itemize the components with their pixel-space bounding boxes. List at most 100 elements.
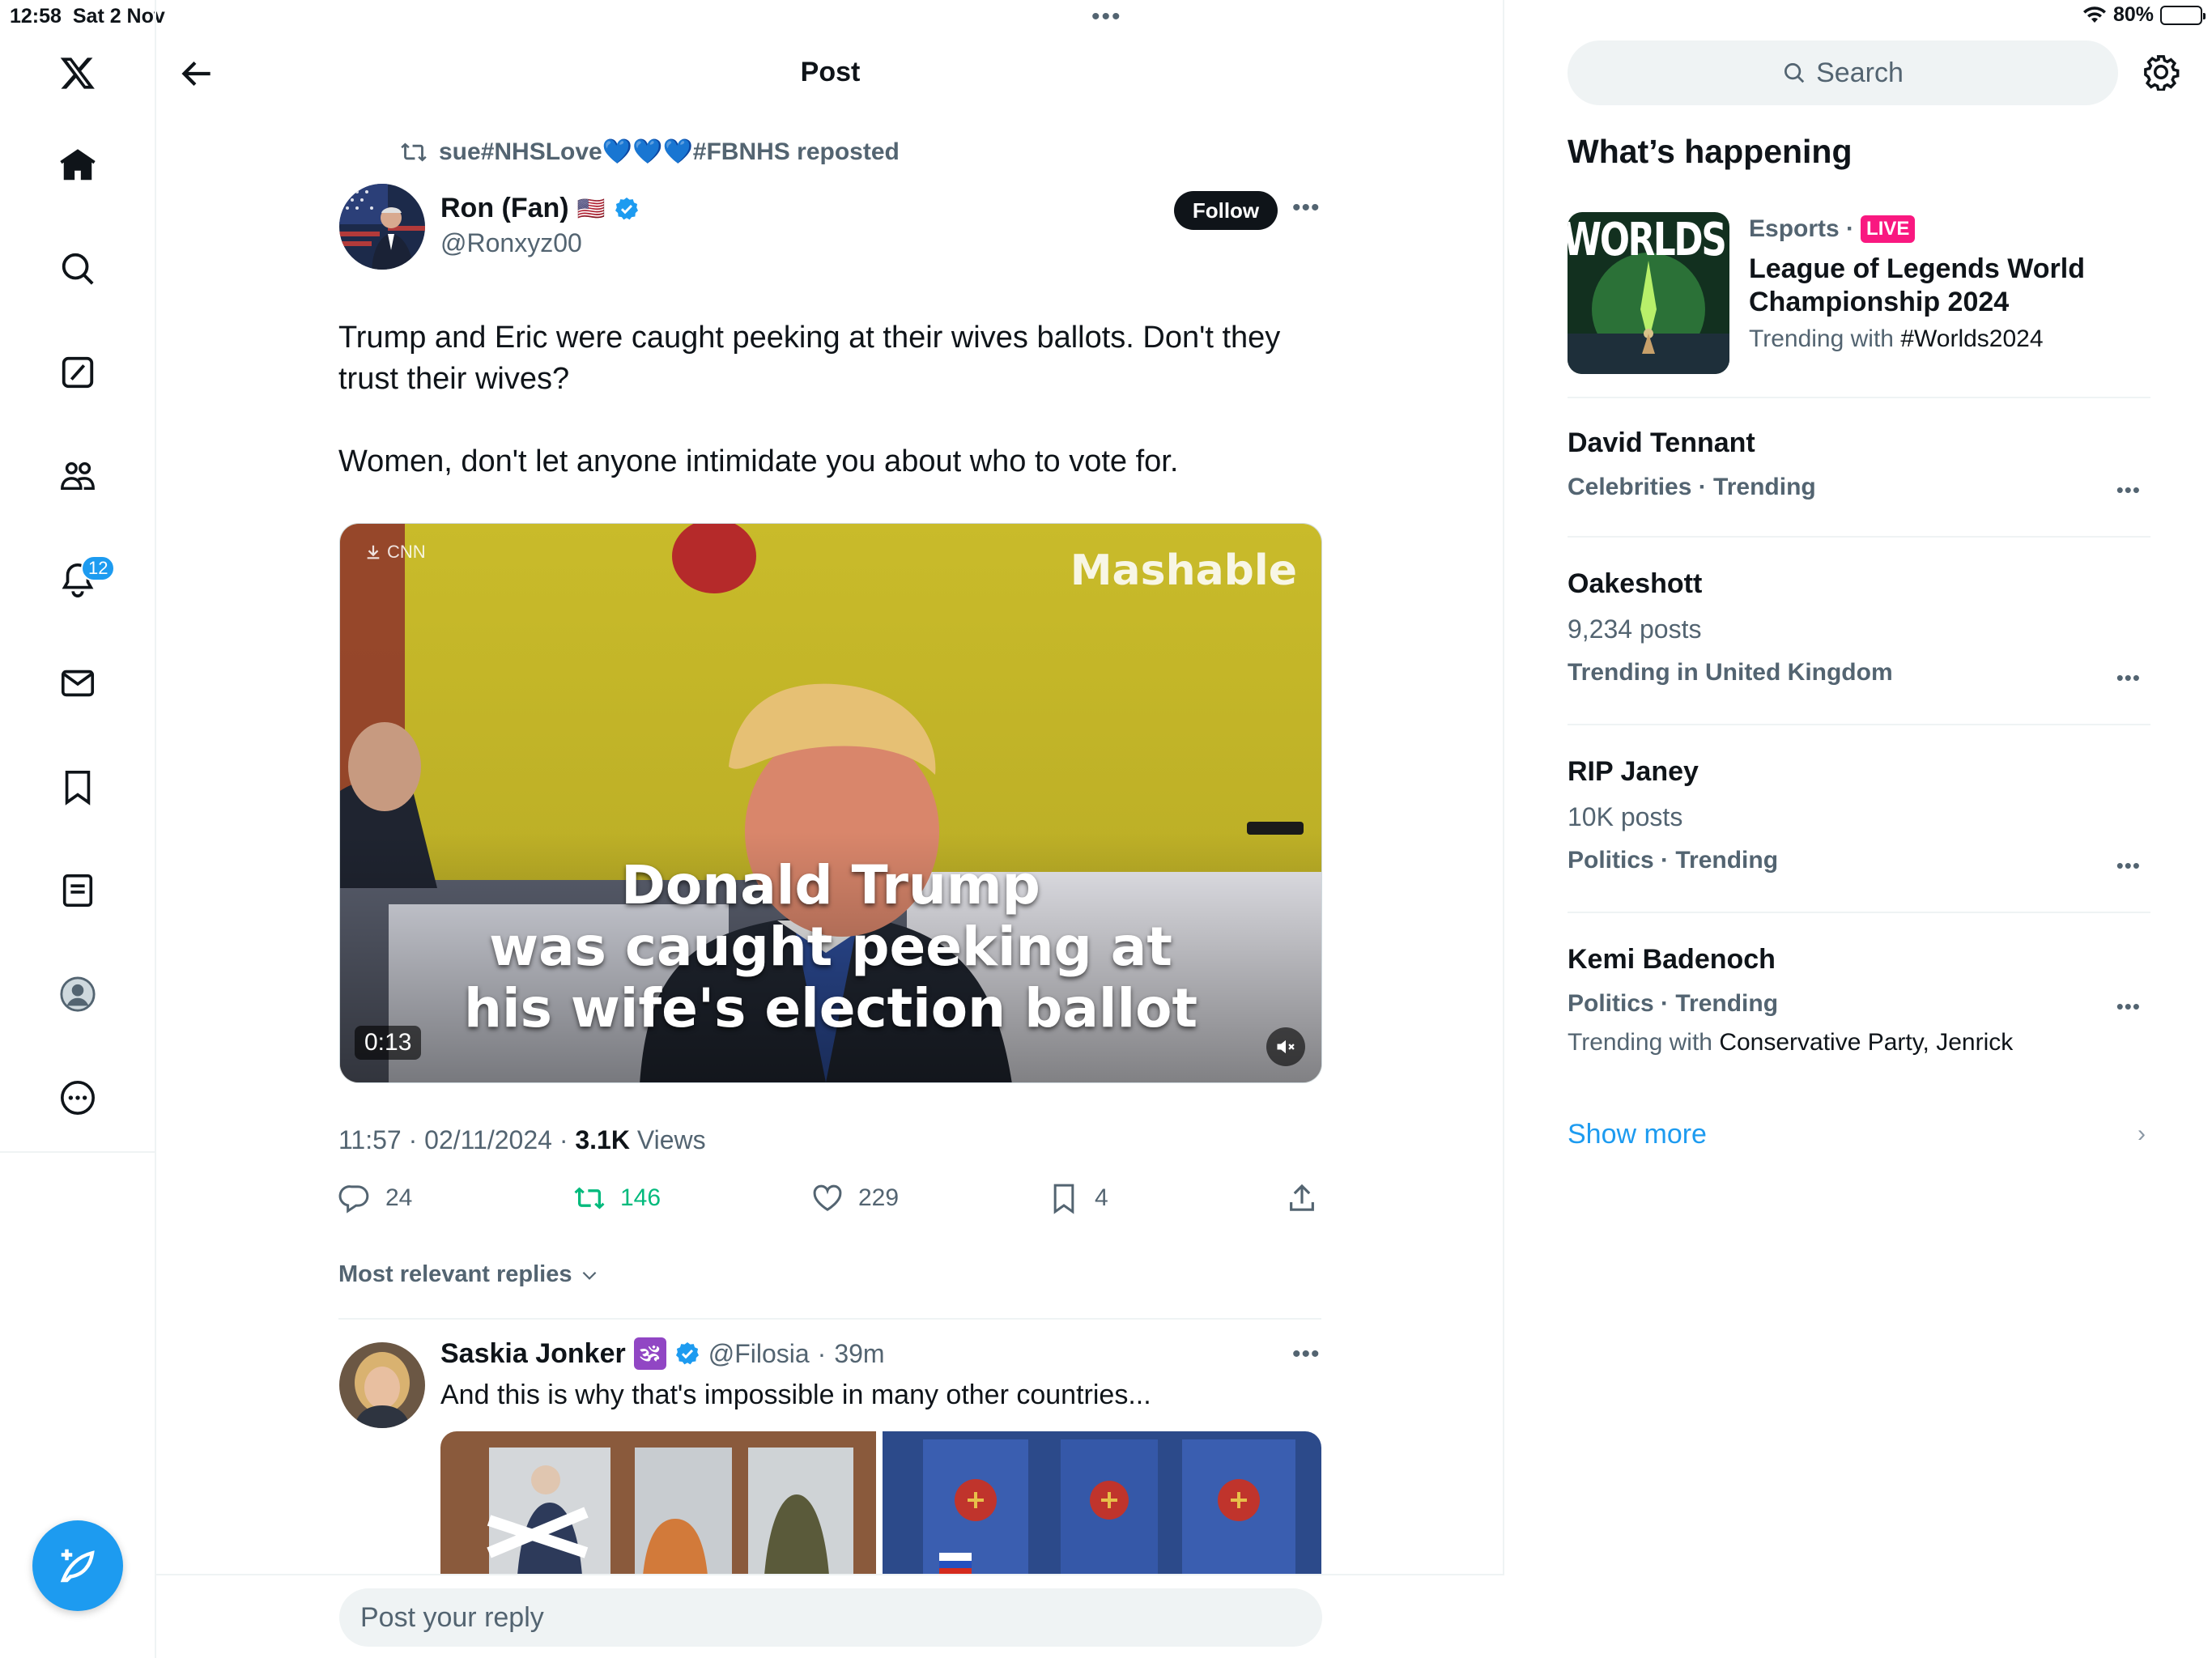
author-name[interactable]: Ron (Fan) 🇺🇸 bbox=[440, 193, 640, 224]
reply-button[interactable]: 24 bbox=[338, 1182, 412, 1214]
trend-name: Kemi Badenoch bbox=[1568, 944, 1776, 975]
reply-composer-bar bbox=[156, 1574, 1504, 1658]
trend-divider bbox=[1568, 912, 2150, 913]
communities-icon[interactable] bbox=[53, 452, 102, 500]
bookmarks-icon[interactable] bbox=[53, 763, 102, 811]
reply-image-1[interactable] bbox=[440, 1431, 876, 1575]
trend-trending-with: Trending with Conservative Party, Jenric… bbox=[1568, 1029, 2014, 1056]
replies-sort-label: Most relevant replies bbox=[338, 1261, 572, 1287]
trend-item[interactable]: RIP Janey 10K posts Politics · Trending … bbox=[1568, 756, 2150, 886]
post-video[interactable]: CNN Mashable Donald Trump was caught pee… bbox=[339, 523, 1322, 1083]
reply-text: And this is why that's impossible in man… bbox=[440, 1380, 1151, 1410]
video-duration: 0:13 bbox=[355, 1026, 422, 1060]
trend-item[interactable]: Kemi Badenoch Politics · Trending Trendi… bbox=[1568, 944, 2150, 1073]
wifi-icon bbox=[2082, 6, 2106, 23]
battery-icon bbox=[2160, 5, 2206, 25]
reply-input[interactable] bbox=[339, 1588, 1322, 1647]
post-actions: 24 146 229 4 bbox=[338, 1182, 1321, 1231]
trend-context: Trending in United Kingdom bbox=[1568, 659, 1893, 686]
battery-percent: 80% bbox=[2112, 3, 2154, 26]
video-brand-watermark: Mashable bbox=[1070, 546, 1297, 595]
verified-badge-icon bbox=[675, 1342, 699, 1365]
replies-sort-dropdown[interactable]: Most relevant replies bbox=[338, 1261, 600, 1288]
search-icon[interactable] bbox=[53, 244, 102, 293]
more-circle-icon[interactable] bbox=[53, 1073, 102, 1122]
mute-toggle-button[interactable] bbox=[1266, 1027, 1305, 1066]
featured-trend[interactable]: WORLDS Esports · LIVE League of Legends W… bbox=[1568, 212, 2150, 374]
reply-age: 39m bbox=[834, 1338, 885, 1368]
search-bar[interactable]: Search bbox=[1568, 40, 2118, 105]
lists-icon[interactable] bbox=[53, 866, 102, 915]
trend-more-icon[interactable]: ••• bbox=[2116, 994, 2141, 1019]
nav-divider bbox=[0, 1151, 156, 1153]
reply-image-2[interactable] bbox=[883, 1431, 1321, 1575]
trend-divider bbox=[1568, 536, 2150, 538]
featured-trending-with: Trending with #Worlds2024 bbox=[1749, 325, 2044, 352]
compose-post-button[interactable] bbox=[32, 1520, 123, 1611]
show-more-link[interactable]: Show more bbox=[1568, 1119, 1707, 1150]
home-icon[interactable] bbox=[53, 141, 102, 189]
views-label: Views bbox=[636, 1125, 706, 1154]
post-date[interactable]: 02/11/2024 bbox=[424, 1125, 552, 1154]
reply-emoji-badge: 🕉 bbox=[633, 1337, 666, 1370]
trend-item[interactable]: Oakeshott 9,234 posts Trending in United… bbox=[1568, 568, 2150, 698]
repost-context[interactable]: sue#NHSLove💙💙💙#FBNHS reposted bbox=[400, 138, 900, 166]
settings-gear-icon[interactable] bbox=[2142, 53, 2180, 91]
trend-more-icon[interactable]: ••• bbox=[2116, 478, 2141, 503]
trend-divider bbox=[1568, 724, 2150, 725]
reply-display-name: Saskia Jonker bbox=[440, 1337, 626, 1369]
trend-more-icon[interactable]: ••• bbox=[2116, 665, 2141, 691]
repost-count: 146 bbox=[620, 1184, 661, 1211]
reply-author[interactable]: Saskia Jonker 🕉 @Filosia · 39m bbox=[440, 1337, 885, 1370]
trend-context: Politics · Trending bbox=[1568, 847, 1779, 874]
side-nav: 12 bbox=[0, 0, 156, 1658]
bookmark-button[interactable]: 4 bbox=[1048, 1182, 1108, 1214]
trend-post-count: 10K posts bbox=[1568, 802, 1683, 831]
author-avatar[interactable] bbox=[339, 184, 425, 270]
notification-count-badge: 12 bbox=[81, 555, 116, 581]
reply-more-options-icon[interactable]: ••• bbox=[1292, 1341, 1321, 1368]
verified-badge-icon bbox=[615, 197, 638, 219]
heart-icon bbox=[813, 1184, 842, 1211]
trend-item[interactable]: David Tennant Celebrities · Trending ••• bbox=[1568, 427, 2150, 517]
repost-by-text: sue#NHSLove💙💙💙#FBNHS reposted bbox=[439, 138, 900, 165]
search-icon bbox=[1784, 63, 1805, 83]
follow-button[interactable]: Follow bbox=[1174, 191, 1278, 230]
trend-name: David Tennant bbox=[1568, 427, 1755, 458]
page-title: Post bbox=[800, 57, 861, 87]
search-placeholder: Search bbox=[1816, 57, 1904, 88]
like-button[interactable]: 229 bbox=[811, 1182, 899, 1214]
post-more-options-icon[interactable]: ••• bbox=[1292, 194, 1321, 222]
video-caption-line2: was caught peeking at bbox=[489, 916, 1172, 978]
post-text: Trump and Eric were caught peeking at th… bbox=[338, 321, 1281, 478]
grok-icon[interactable] bbox=[53, 348, 102, 397]
x-logo-icon[interactable] bbox=[53, 49, 102, 97]
trend-name: Oakeshott bbox=[1568, 568, 1703, 599]
messages-envelope-icon[interactable] bbox=[53, 659, 102, 708]
reply-handle: @Filosia bbox=[708, 1338, 810, 1368]
share-upload-icon bbox=[1290, 1184, 1314, 1211]
trend-context: Celebrities · Trending bbox=[1568, 474, 1816, 500]
download-icon bbox=[367, 545, 380, 559]
reply-bubble-icon bbox=[338, 1185, 369, 1214]
views-count: 3.1K bbox=[575, 1125, 630, 1154]
reply-count: 24 bbox=[385, 1184, 413, 1211]
author-display-name: Ron (Fan) bbox=[440, 193, 569, 223]
muted-speaker-icon bbox=[1277, 1039, 1295, 1054]
trend-name: RIP Janey bbox=[1568, 756, 1699, 787]
bookmark-count: 4 bbox=[1095, 1184, 1108, 1211]
author-handle[interactable]: @Ronxyz00 bbox=[440, 228, 582, 258]
share-button[interactable] bbox=[1286, 1182, 1318, 1214]
reply-avatar[interactable] bbox=[339, 1342, 425, 1428]
whats-happening-title: What’s happening bbox=[1568, 133, 1853, 170]
back-arrow-icon[interactable] bbox=[177, 53, 217, 94]
live-badge: LIVE bbox=[1861, 215, 1916, 243]
repost-icon bbox=[574, 1187, 605, 1209]
profile-avatar-icon[interactable] bbox=[53, 970, 102, 1018]
repost-button[interactable]: 146 bbox=[573, 1182, 661, 1214]
post-time[interactable]: 11:57 bbox=[338, 1125, 402, 1154]
featured-title: League of Legends World Championship 202… bbox=[1749, 253, 2085, 317]
video-source-label: CNN bbox=[364, 542, 426, 563]
video-caption-line1: Donald Trump bbox=[621, 854, 1040, 916]
trend-more-icon[interactable]: ••• bbox=[2116, 853, 2141, 878]
